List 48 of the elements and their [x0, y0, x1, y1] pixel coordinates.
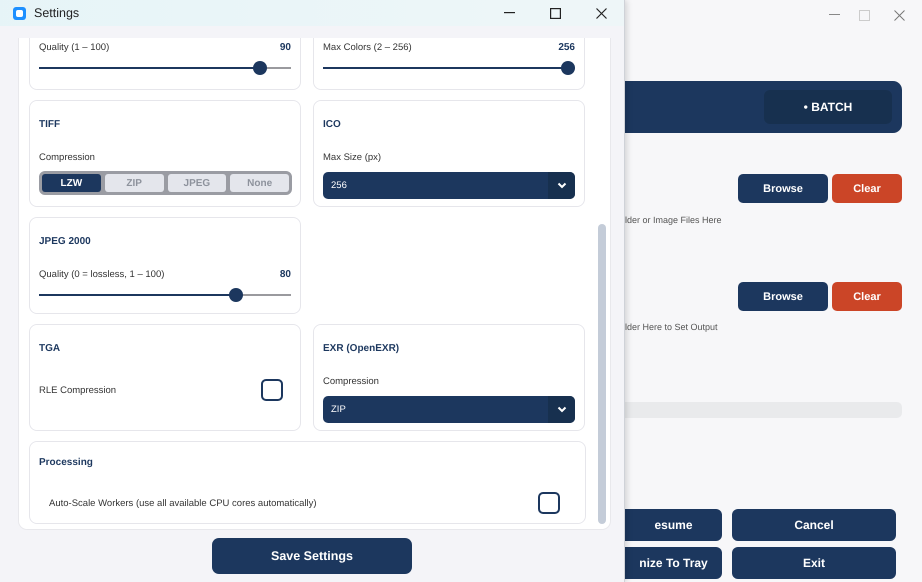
- checkbox[interactable]: [261, 379, 283, 401]
- slider-label: Quality (0 = lossless, 1 – 100): [39, 269, 164, 280]
- card-title: Processing: [39, 457, 94, 468]
- dropdown[interactable]: ZIP: [323, 396, 575, 423]
- action-button[interactable]: Exit: [732, 547, 896, 579]
- browse-button[interactable]: Browse: [738, 282, 828, 311]
- clear-button[interactable]: Clear: [832, 174, 902, 203]
- card-title: TIFF: [39, 119, 62, 130]
- field-label: Max Size (px): [323, 152, 382, 163]
- dropdown[interactable]: 256: [323, 172, 575, 199]
- chevron-down-icon: [556, 182, 566, 189]
- action-button[interactable]: Cancel: [732, 509, 896, 541]
- mode-badge: • BATCH: [764, 90, 892, 124]
- slider-thumb[interactable]: [561, 61, 575, 75]
- action-button[interactable]: esume: [625, 509, 722, 541]
- slider-thumb[interactable]: [229, 288, 244, 302]
- slider-label: Quality (1 – 100): [39, 42, 110, 53]
- clear-button[interactable]: Clear: [832, 282, 902, 311]
- scrollbar-thumb[interactable]: [598, 224, 606, 524]
- browse-button[interactable]: Browse: [738, 174, 828, 203]
- drop-hint: lder or Image Files Here: [625, 215, 723, 225]
- close-icon: [596, 8, 606, 18]
- card-title: ICO: [323, 119, 342, 130]
- card-title: TGA: [39, 343, 62, 354]
- drop-hint: lder Here to Set Output: [625, 322, 719, 332]
- slider-thumb[interactable]: [253, 61, 268, 75]
- maximize-icon: [550, 8, 560, 18]
- checkbox-label: RLE Compression: [39, 384, 116, 396]
- checkbox-label: Auto-Scale Workers (use all available CPU cores automatically): [49, 498, 317, 508]
- minimize-icon: [828, 14, 840, 16]
- segment-option[interactable]: LZW: [42, 174, 101, 192]
- close-icon: [894, 10, 904, 20]
- checkbox[interactable]: [538, 492, 560, 514]
- app-icon: [13, 6, 26, 20]
- minimize-icon: [504, 12, 514, 14]
- field-label: Compression: [39, 152, 95, 163]
- slider-label: Max Colors (2 – 256): [323, 42, 412, 53]
- action-button[interactable]: nize To Tray: [625, 547, 722, 579]
- slider-value: 80: [280, 269, 291, 280]
- save-button[interactable]: Save Settings: [212, 538, 412, 574]
- slider-value: 256: [558, 42, 575, 53]
- card-title: EXR (OpenEXR): [323, 343, 400, 354]
- field-label: Compression: [323, 376, 379, 387]
- maximize-icon: [858, 10, 870, 20]
- slider-value: 90: [280, 42, 291, 53]
- window-title: Settings: [34, 6, 80, 20]
- chevron-down-icon: [556, 406, 566, 413]
- card-title: JPEG 2000: [39, 236, 92, 247]
